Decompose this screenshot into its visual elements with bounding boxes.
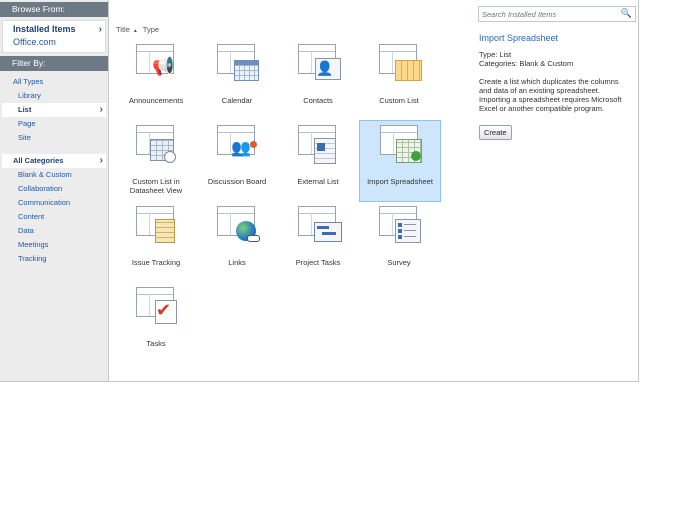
filter-blank-custom[interactable]: Blank & Custom	[0, 168, 108, 182]
browse-office-com[interactable]: Office.com	[13, 36, 105, 49]
filter-site[interactable]: Site	[0, 131, 108, 145]
filter-all-categories-label: All Categories	[13, 156, 64, 165]
filter-meetings[interactable]: Meetings	[0, 238, 108, 252]
issue-tracking-icon	[136, 206, 180, 246]
tile-label: Announcements	[128, 96, 184, 105]
tile-label: Custom List in Datasheet View	[129, 177, 183, 195]
sort-bar: Title ▲ Type	[116, 25, 162, 34]
create-button[interactable]: Create	[479, 125, 512, 140]
tile-issue-tracking[interactable]: Issue Tracking	[116, 202, 196, 282]
browse-installed-items[interactable]: Installed Items ›	[13, 23, 105, 36]
tile-contacts[interactable]: 👤 Contacts	[278, 40, 358, 120]
filter-list-type-label: List	[18, 105, 32, 114]
create-dialog: Browse From: Installed Items › Office.co…	[0, 0, 639, 382]
tile-label: External List	[297, 177, 339, 186]
tile-custom-list[interactable]: Custom List	[359, 40, 439, 120]
search-box: 🔍	[478, 6, 636, 22]
detail-title: Import Spreadsheet	[479, 33, 559, 43]
filter-list-type[interactable]: List ›	[2, 103, 106, 117]
search-icon[interactable]: 🔍	[621, 8, 632, 19]
megaphone-icon: 📢	[136, 44, 180, 84]
tile-links[interactable]: Links	[197, 202, 277, 282]
browse-box: Installed Items › Office.com	[2, 20, 106, 53]
chevron-right-icon: ›	[99, 104, 103, 115]
tile-label: Links	[228, 258, 246, 267]
survey-icon	[379, 206, 423, 246]
tile-announcements[interactable]: 📢 Announcements	[116, 40, 196, 120]
tile-label: Custom List	[379, 96, 419, 105]
external-list-icon	[298, 125, 342, 165]
filter-content[interactable]: Content	[0, 210, 108, 224]
calendar-icon	[217, 44, 261, 84]
checkmark-icon: ✔	[136, 287, 180, 327]
filter-data[interactable]: Data	[0, 224, 108, 238]
browse-from-header: Browse From:	[0, 2, 108, 17]
filter-collaboration[interactable]: Collaboration	[0, 182, 108, 196]
sort-ascending-icon: ▲	[132, 28, 138, 34]
filter-all-types[interactable]: All Types	[0, 75, 108, 89]
filter-all-categories[interactable]: All Categories ›	[2, 154, 106, 168]
tile-import-spreadsheet[interactable]: Import Spreadsheet	[359, 120, 441, 202]
sort-title[interactable]: Title	[116, 25, 130, 34]
tile-calendar[interactable]: Calendar	[197, 40, 277, 120]
tile-label: Survey	[387, 258, 411, 267]
sort-type[interactable]: Type	[143, 25, 159, 34]
tile-label: Calendar	[221, 96, 253, 105]
sidebar: Browse From: Installed Items › Office.co…	[0, 0, 109, 381]
filter-tracking[interactable]: Tracking	[0, 252, 108, 266]
tile-label: Issue Tracking	[131, 258, 181, 267]
tile-discussion-board[interactable]: 👥 Discussion Board	[197, 121, 277, 201]
spreadsheet-icon	[380, 125, 424, 165]
tile-label: Contacts	[303, 96, 333, 105]
filter-library[interactable]: Library	[0, 89, 108, 103]
globe-link-icon	[217, 206, 261, 246]
filter-by-header: Filter By:	[0, 56, 108, 71]
tile-custom-list-datasheet[interactable]: Custom List in Datasheet View	[116, 121, 196, 201]
browse-installed-items-label: Installed Items	[13, 24, 76, 34]
tile-label: Discussion Board	[207, 177, 267, 186]
chevron-right-icon: ›	[99, 155, 103, 166]
tile-tasks[interactable]: ✔ Tasks	[116, 283, 196, 363]
gantt-icon	[298, 206, 342, 246]
detail-categories: Categories: Blank & Custom	[479, 59, 574, 68]
tile-label: Import Spreadsheet	[367, 177, 433, 186]
detail-type: Type: List	[479, 50, 512, 59]
tile-label: Project Tasks	[295, 258, 341, 267]
filter-communication[interactable]: Communication	[0, 196, 108, 210]
datasheet-icon	[136, 125, 180, 165]
custom-list-icon	[379, 44, 423, 84]
detail-description: Create a list which duplicates the colum…	[479, 77, 622, 113]
tile-external-list[interactable]: External List	[278, 121, 358, 201]
chevron-right-icon: ›	[98, 24, 102, 35]
detail-panel: Import Spreadsheet Type: List Categories…	[479, 33, 629, 140]
discussion-icon: 👥	[217, 125, 261, 165]
tile-project-tasks[interactable]: Project Tasks	[278, 202, 358, 282]
tile-label: Tasks	[146, 339, 166, 348]
tile-survey[interactable]: Survey	[359, 202, 439, 282]
filter-list: All Types Library List › Page Site All C…	[0, 71, 108, 266]
contact-card-icon: 👤	[298, 44, 342, 84]
search-input[interactable]	[479, 7, 620, 21]
filter-page[interactable]: Page	[0, 117, 108, 131]
